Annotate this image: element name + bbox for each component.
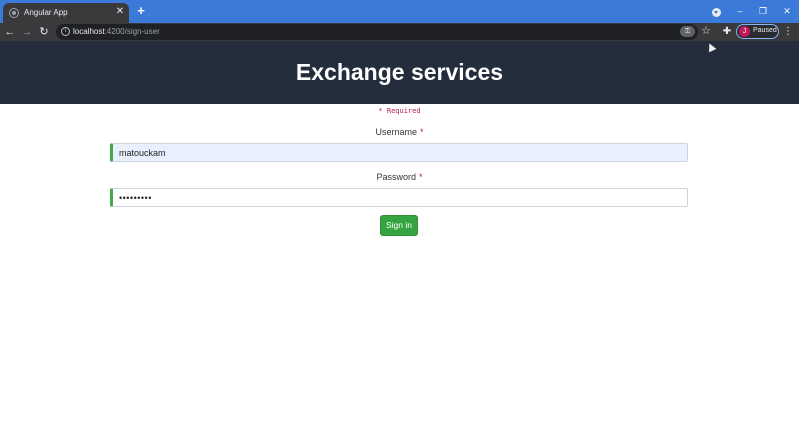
reload-icon[interactable]: ↻	[37, 25, 51, 39]
password-field[interactable]	[110, 188, 688, 207]
username-field[interactable]	[110, 143, 688, 162]
password-label: Password	[376, 172, 416, 182]
key-icon[interactable]: ⚿	[680, 26, 695, 37]
tab-search-icon[interactable]	[712, 8, 721, 17]
required-marker: *	[420, 127, 424, 137]
angular-favicon-icon	[9, 8, 19, 18]
browser-toolbar: ← → ↻ i localhost:4200/sign-user ⚿ ☆ ✚ J…	[0, 23, 799, 41]
forward-arrow-icon[interactable]: →	[20, 25, 34, 39]
info-icon[interactable]: i	[61, 27, 70, 36]
sign-in-button[interactable]: Sign in	[380, 215, 418, 236]
address-bar[interactable]: i localhost:4200/sign-user ⚿	[56, 24, 698, 40]
username-label-row: Username *	[0, 127, 799, 137]
tab-close-icon[interactable]: ✕	[114, 6, 126, 18]
tab-title: Angular App	[24, 8, 68, 17]
back-arrow-icon[interactable]: ←	[3, 25, 17, 39]
profile-status: Paused	[753, 27, 777, 34]
minimize-button[interactable]: –	[733, 5, 747, 17]
star-icon[interactable]: ☆	[700, 25, 712, 38]
browser-tab[interactable]: Angular App ✕	[3, 3, 129, 23]
close-window-button[interactable]: ✕	[780, 5, 794, 17]
username-label: Username	[375, 127, 417, 137]
new-tab-button[interactable]: +	[135, 4, 147, 17]
page-title: Exchange services	[295, 59, 504, 85]
profile-chip[interactable]: J Paused	[736, 24, 779, 39]
avatar: J	[739, 26, 750, 37]
page-header: Exchange services	[0, 41, 799, 104]
browser-tab-strip: Angular App ✕ + – ❐ ✕	[0, 0, 799, 23]
kebab-menu-icon[interactable]: ⋮	[783, 25, 793, 39]
url-host: localhost	[73, 27, 105, 36]
required-note: * Required	[378, 107, 421, 115]
url-text[interactable]: localhost:4200/sign-user	[73, 27, 160, 36]
restore-button[interactable]: ❐	[756, 5, 770, 17]
password-label-row: Password *	[0, 172, 799, 182]
required-marker: *	[419, 172, 423, 182]
url-path: :4200/sign-user	[104, 27, 160, 36]
puzzle-icon[interactable]: ✚	[721, 25, 733, 38]
